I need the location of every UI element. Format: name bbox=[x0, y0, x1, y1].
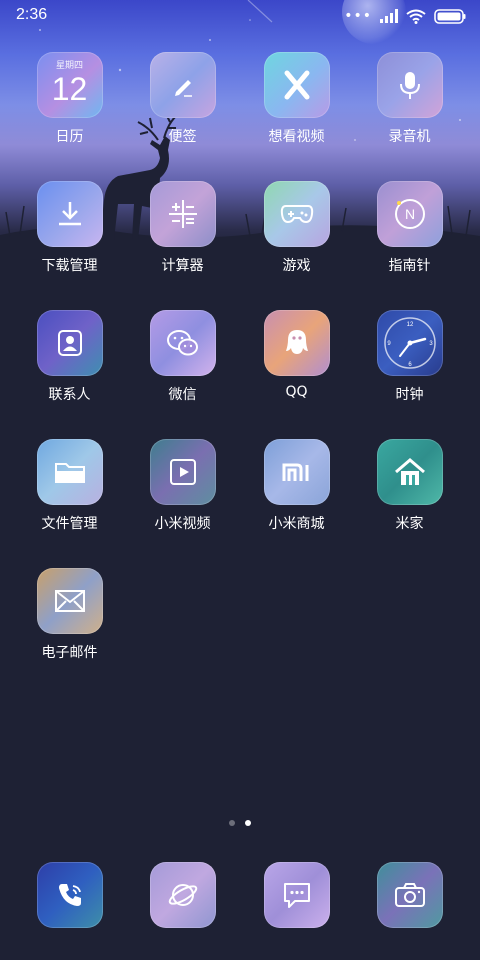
app-label: 指南针 bbox=[388, 258, 431, 274]
app-qq[interactable]: QQ bbox=[240, 310, 353, 400]
clock-icon[interactable]: 12 3 6 9 bbox=[376, 310, 443, 376]
messages-icon[interactable] bbox=[263, 862, 330, 928]
app-files[interactable]: 文件管理 bbox=[13, 439, 126, 533]
app-games[interactable]: 游戏 bbox=[240, 181, 353, 275]
page-dot-1[interactable] bbox=[229, 820, 235, 826]
camera-icon[interactable] bbox=[376, 862, 443, 928]
status-time: 2:36 bbox=[16, 6, 48, 23]
app-label: 想看视频 bbox=[268, 129, 325, 145]
mail-icon[interactable] bbox=[36, 568, 103, 634]
contacts-icon[interactable] bbox=[36, 310, 103, 376]
calendar-day: 12 bbox=[51, 70, 88, 107]
wifi-icon bbox=[406, 9, 426, 24]
app-label: 日历 bbox=[55, 129, 84, 145]
app-mi-store[interactable]: 小米商城 bbox=[240, 439, 353, 533]
gamepad-icon[interactable] bbox=[263, 181, 330, 247]
microphone-icon[interactable] bbox=[376, 52, 443, 118]
app-label: 文件管理 bbox=[41, 516, 98, 532]
app-label: 游戏 bbox=[282, 258, 311, 274]
app-clock[interactable]: 12 3 6 9 时钟 bbox=[353, 310, 466, 404]
app-label: 时钟 bbox=[395, 387, 424, 403]
calendar-icon[interactable]: 星期四 12 bbox=[36, 52, 103, 118]
more-dots-icon: ••• bbox=[344, 8, 372, 24]
play-icon[interactable] bbox=[149, 439, 216, 505]
svg-text:6: 6 bbox=[408, 362, 412, 368]
wechat-icon[interactable] bbox=[149, 310, 216, 376]
home-icon[interactable] bbox=[376, 439, 443, 505]
browser-icon[interactable] bbox=[149, 862, 216, 928]
app-label: 米家 bbox=[395, 516, 424, 532]
page-dot-2[interactable] bbox=[245, 820, 251, 826]
phone-icon[interactable] bbox=[36, 862, 103, 928]
folder-icon[interactable] bbox=[36, 439, 103, 505]
mi-logo-icon[interactable] bbox=[263, 439, 330, 505]
app-email[interactable]: 电子邮件 bbox=[13, 568, 126, 662]
battery-icon bbox=[434, 8, 466, 24]
calculator-icon[interactable] bbox=[149, 181, 216, 247]
app-label: 联系人 bbox=[48, 387, 91, 403]
download-icon[interactable] bbox=[36, 181, 103, 247]
dock-browser[interactable] bbox=[126, 862, 239, 928]
app-wechat[interactable]: 微信 bbox=[126, 310, 239, 404]
app-notes[interactable]: 便签 bbox=[126, 52, 239, 146]
app-compass[interactable]: N 指南针 bbox=[353, 181, 466, 275]
dock-camera[interactable] bbox=[353, 862, 466, 928]
app-label: 小米视频 bbox=[154, 516, 211, 532]
app-label: 计算器 bbox=[161, 258, 204, 274]
app-recorder[interactable]: 录音机 bbox=[353, 52, 466, 146]
app-label: 电子邮件 bbox=[41, 645, 98, 661]
dock bbox=[0, 862, 480, 928]
app-label: 小米商城 bbox=[268, 516, 325, 532]
svg-text:3: 3 bbox=[429, 341, 433, 347]
dock-messages[interactable] bbox=[240, 862, 353, 928]
app-label: 录音机 bbox=[388, 129, 431, 145]
app-calendar[interactable]: 星期四 12 日历 bbox=[13, 52, 126, 146]
app-label: 微信 bbox=[168, 387, 197, 403]
svg-text:12: 12 bbox=[406, 322, 413, 328]
app-label: 下载管理 bbox=[41, 258, 98, 274]
app-mi-video[interactable]: 小米视频 bbox=[126, 439, 239, 533]
dock-phone[interactable] bbox=[13, 862, 126, 928]
app-mijia[interactable]: 米家 bbox=[353, 439, 466, 533]
app-label: QQ bbox=[285, 384, 308, 400]
page-indicator bbox=[0, 820, 480, 826]
app-video-wish[interactable]: 想看视频 bbox=[240, 52, 353, 146]
app-downloads[interactable]: 下载管理 bbox=[13, 181, 126, 275]
qq-penguin-icon[interactable] bbox=[263, 310, 330, 376]
video-x-icon[interactable] bbox=[263, 52, 330, 118]
status-bar: 2:36 ••• bbox=[0, 0, 480, 32]
note-pen-icon[interactable] bbox=[149, 52, 216, 118]
app-calculator[interactable]: 计算器 bbox=[126, 181, 239, 275]
calendar-weekday: 星期四 bbox=[55, 61, 83, 71]
app-contacts[interactable]: 联系人 bbox=[13, 310, 126, 404]
status-icons: ••• bbox=[344, 7, 466, 25]
svg-text:9: 9 bbox=[387, 341, 391, 347]
app-label: 便签 bbox=[168, 129, 197, 145]
compass-icon[interactable]: N bbox=[376, 181, 443, 247]
svg-text:N: N bbox=[404, 206, 414, 222]
signal-icon bbox=[380, 9, 398, 23]
